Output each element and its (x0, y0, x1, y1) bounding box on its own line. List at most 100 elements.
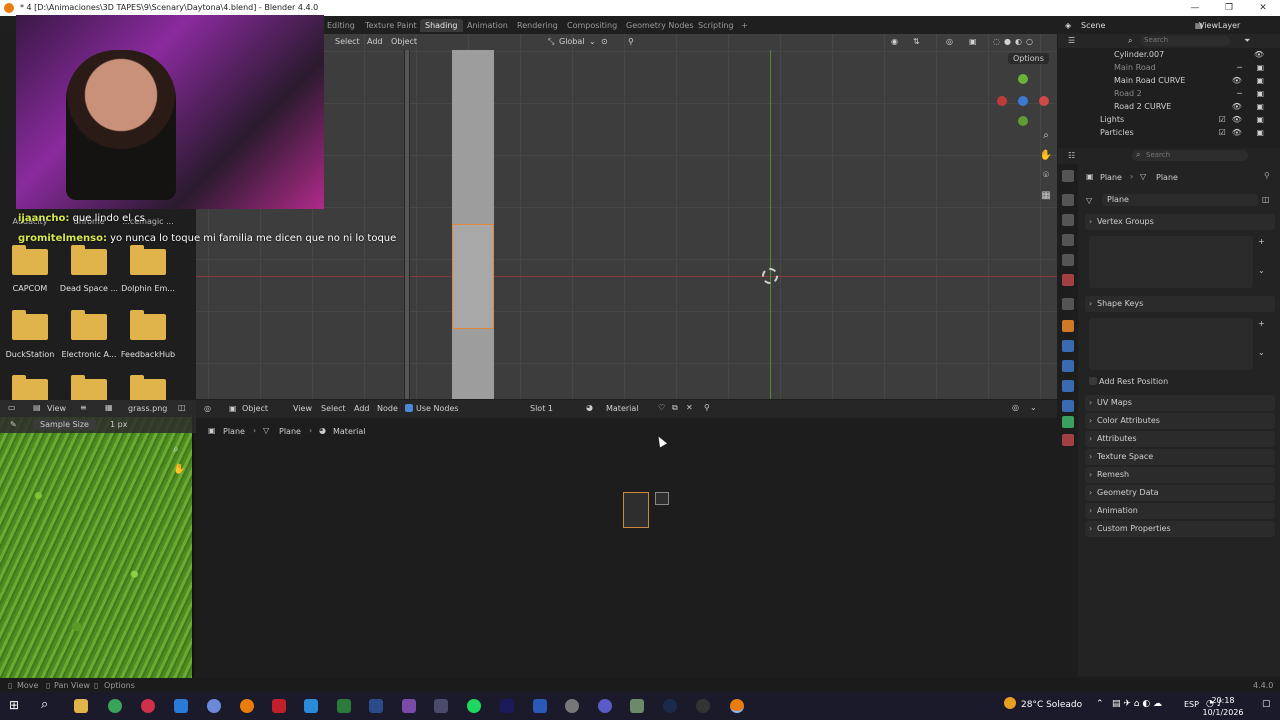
pivot-icon[interactable]: ⊙ (601, 37, 608, 46)
snap-icon[interactable]: ⌄ (1030, 403, 1037, 412)
overlay-icon[interactable]: ◎ (1012, 403, 1019, 412)
outliner-row[interactable]: Main Road ─ ▣ (1058, 61, 1280, 74)
view-layer-tab-icon[interactable] (1062, 234, 1074, 246)
outliner-row[interactable]: Cylinder.007 👁 (1058, 48, 1280, 61)
tab-compositing[interactable]: Compositing (562, 19, 622, 32)
render-tab-icon[interactable] (1062, 194, 1074, 206)
visibility-icon[interactable]: ◉ (891, 37, 898, 46)
image-browse-icon[interactable]: ▦ (105, 403, 113, 412)
edge-icon[interactable] (174, 699, 188, 713)
editor-type-icon[interactable]: ▭ (8, 403, 16, 412)
fake-user-icon[interactable]: ◫ (178, 403, 186, 412)
shader-node-editor[interactable] (196, 418, 1057, 675)
tray-icons[interactable]: ▤ ✈ ⌂ ◐ ☁ (1112, 699, 1162, 709)
data-tab-icon[interactable] (1062, 416, 1074, 428)
panel-vertex-groups[interactable]: Vertex Groups (1085, 214, 1275, 230)
pan-hand-icon[interactable]: ✋ (1039, 150, 1053, 164)
app-icon[interactable] (402, 699, 416, 713)
panel-custom-properties[interactable]: Custom Properties (1085, 521, 1275, 537)
shape-keys-list[interactable] (1089, 318, 1253, 370)
add-icon[interactable]: + (1258, 319, 1265, 328)
xray-toggle-icon[interactable]: ▣ (969, 37, 977, 46)
object-tab-icon[interactable] (1062, 320, 1074, 332)
grid-icon[interactable]: ▦ (1039, 190, 1053, 204)
shading-material-icon[interactable]: ◐ (1015, 37, 1022, 46)
menu-add[interactable]: Add (367, 37, 383, 46)
transform-orientation-dropdown[interactable]: Global (559, 37, 585, 46)
shading-wireframe-icon[interactable]: ◌ (993, 37, 1000, 46)
properties-search-input[interactable]: Search (1132, 150, 1248, 161)
opera-icon[interactable] (141, 699, 155, 713)
gizmo-neg-x-icon[interactable] (997, 96, 1007, 106)
gizmo-neg-z-icon[interactable] (1018, 116, 1028, 126)
steam-icon[interactable] (663, 699, 677, 713)
shading-rendered-icon[interactable]: ○ (1026, 37, 1033, 46)
use-nodes-checkbox[interactable] (405, 404, 413, 412)
weather-icon[interactable] (1004, 697, 1016, 709)
mode-icon[interactable]: ▤ (33, 403, 41, 412)
editor-type-icon[interactable]: ☰ (1068, 36, 1075, 45)
menu-object[interactable]: Object (391, 37, 417, 46)
search-icon[interactable]: ⌕ (41, 697, 48, 712)
add-workspace-button[interactable]: + (736, 19, 753, 32)
material-name-field[interactable]: Material (606, 404, 639, 413)
road-rail-mesh[interactable] (404, 50, 410, 399)
output-tab-icon[interactable] (1062, 214, 1074, 226)
tab-scripting[interactable]: Scripting (693, 19, 739, 32)
obs-icon[interactable] (272, 699, 286, 713)
clock-time[interactable]: 20:18 (1206, 696, 1240, 705)
weather-text[interactable]: 28°C Soleado (1021, 700, 1082, 710)
duplicate-icon[interactable]: ⧉ (672, 403, 678, 413)
outliner-row[interactable]: Main Road CURVE 👁 ▣ (1058, 74, 1280, 87)
tab-rendering[interactable]: Rendering (512, 19, 563, 32)
chevron-down-icon[interactable]: ⌄ (1258, 266, 1265, 275)
sample-size-field[interactable]: 1 px (110, 420, 127, 429)
menu-icon[interactable]: ≡ (80, 403, 87, 412)
word-icon[interactable] (533, 699, 547, 713)
constraints-tab-icon[interactable] (1062, 400, 1074, 412)
outliner-row[interactable]: Road 2 ─ ▣ (1058, 87, 1280, 100)
file-explorer-icon[interactable] (74, 699, 88, 713)
mesh-data-name-field[interactable]: Plane (1102, 194, 1258, 206)
pin-icon[interactable]: ⚲ (1264, 171, 1270, 180)
editor-type-icon[interactable]: ◎ (204, 404, 211, 413)
scene-name[interactable]: Scene (1076, 19, 1110, 32)
particles-tab-icon[interactable] (1062, 360, 1074, 372)
sample-tool-icon[interactable]: ✎ (10, 420, 17, 429)
orientation-icon[interactable]: ⤡ (548, 37, 554, 47)
fake-user-icon[interactable]: ♡ (658, 403, 665, 412)
tray-chevron-icon[interactable]: ⌃ (1096, 699, 1104, 709)
menu-add[interactable]: Add (354, 404, 370, 413)
collection-tab-icon[interactable] (1062, 298, 1074, 310)
panel-geometry-data[interactable]: Geometry Data (1085, 485, 1275, 501)
panel-texture-space[interactable]: Texture Space (1085, 449, 1275, 465)
app-icon[interactable] (434, 699, 448, 713)
folder-icon[interactable] (130, 310, 166, 340)
app-icon[interactable] (696, 699, 710, 713)
outliner-row[interactable]: Lights ☑👁 ▣ (1058, 113, 1280, 126)
pin-icon[interactable]: ⚲ (704, 403, 710, 412)
visibility-icons[interactable]: ☑👁 ▣ (1219, 113, 1270, 126)
shading-solid-icon[interactable]: ● (1004, 37, 1011, 46)
menu-view[interactable]: View (47, 404, 66, 413)
folder-icon[interactable] (71, 310, 107, 340)
material-browse-icon[interactable]: ◕ (586, 403, 593, 412)
blender-icon[interactable] (240, 699, 254, 713)
tab-texture-paint[interactable]: Texture Paint (360, 19, 422, 32)
fake-user-icon[interactable]: ◫ (1262, 195, 1270, 204)
physics-tab-icon[interactable] (1062, 380, 1074, 392)
close-button[interactable]: ✕ (1246, 0, 1280, 16)
chrome-icon[interactable] (108, 699, 122, 713)
visibility-icons[interactable]: 👁 (1254, 48, 1270, 61)
vertex-groups-list[interactable] (1089, 236, 1253, 288)
world-tab-icon[interactable] (1062, 274, 1074, 286)
after-effects-icon[interactable] (500, 699, 514, 713)
vegas-icon[interactable] (369, 699, 383, 713)
panel-remesh[interactable]: Remesh (1085, 467, 1275, 483)
photos-icon[interactable] (304, 699, 318, 713)
camera-icon[interactable]: ⌾ (1039, 170, 1053, 184)
editor-type-icon[interactable]: ☷ (1068, 151, 1075, 160)
substance-painter-icon[interactable] (337, 699, 351, 713)
zoom-icon[interactable]: ⌕ (1039, 130, 1053, 144)
folder-icon[interactable] (71, 245, 107, 275)
